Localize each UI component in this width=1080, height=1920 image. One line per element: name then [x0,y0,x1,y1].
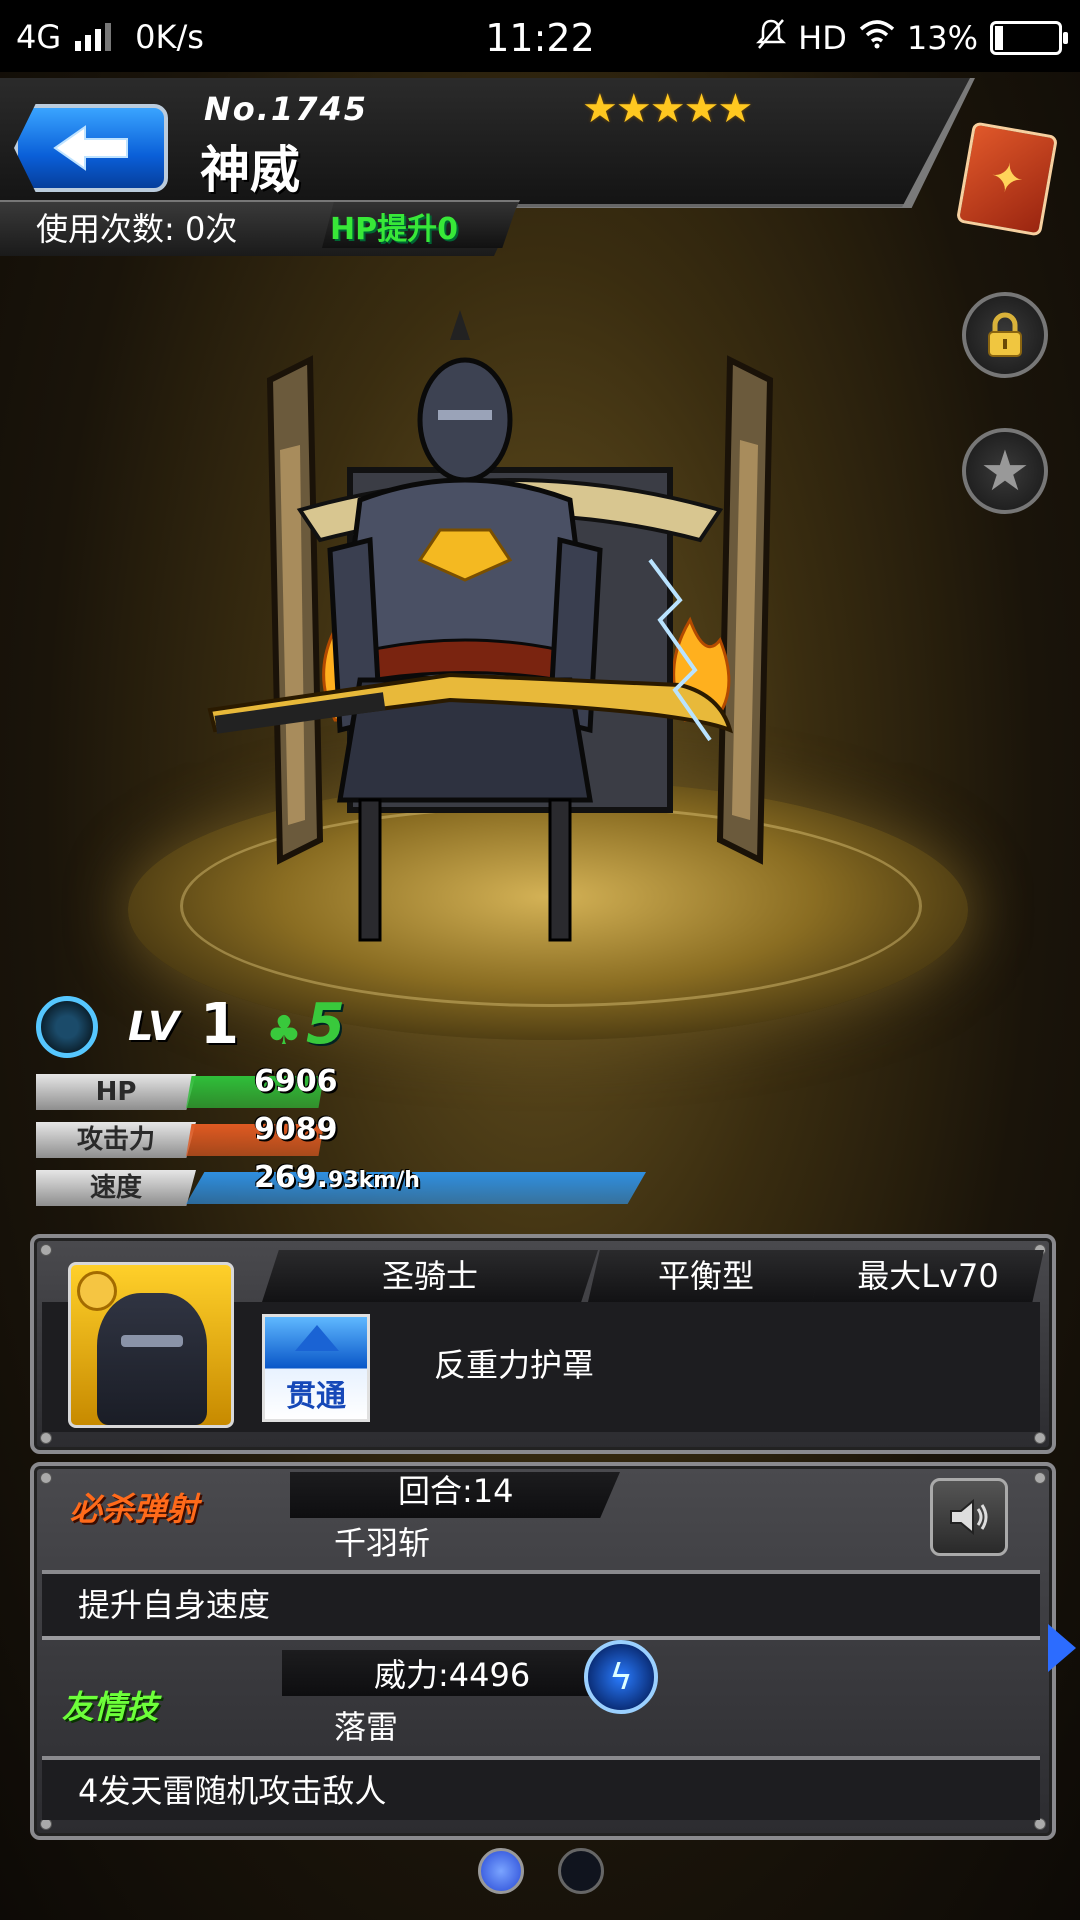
unit-name: 神威 [200,141,300,199]
type-tag: 平衡型 [588,1250,824,1302]
section-divider [42,1636,1040,1640]
usage-count: 使用次数: 0次 [36,210,238,248]
stat-speed-number: 269. [254,1160,329,1195]
portrait-coin-icon [77,1271,117,1311]
portrait-visor [121,1335,183,1347]
pierce-badge-label: 贯通 [286,1379,346,1414]
knight [327,310,603,803]
speaker-icon [950,1498,988,1536]
hp-bonus: HP提升0 [330,212,458,247]
strike-shot-turns: 回合:14 [398,1472,514,1510]
pillar-right [716,355,774,865]
pillar-left [266,355,324,865]
mute-icon [756,18,787,58]
lightning-icon: ϟ [584,1640,658,1714]
favorite-button[interactable]: ★ [962,428,1048,514]
next-page-arrow-icon[interactable] [1048,1624,1076,1672]
stat-speed-label: 速度 [36,1170,196,1206]
ability-name: 反重力护罩 [434,1346,595,1384]
clover-icon: ♣ [266,1008,302,1054]
back-button[interactable] [14,104,168,192]
lock-icon [988,312,1022,357]
pierce-arrow-icon [295,1325,339,1351]
rarity-stars: ★★★★★ [582,86,753,132]
element-icon [36,996,98,1058]
strike-shot-name: 千羽斩 [334,1524,431,1562]
back-arrow-icon [53,125,128,171]
wifi-icon [859,19,895,57]
voice-button[interactable] [930,1478,1008,1556]
battery-percent: 13% [906,19,978,57]
star-icon: ★ [979,438,1031,504]
battery-icon [990,21,1068,55]
strike-shot-title: 必杀弹射 [70,1490,199,1528]
unit-portrait[interactable] [68,1262,234,1428]
stat-attack-value: 9089 [254,1112,338,1147]
friendship-power: 威力:4496 [374,1656,531,1694]
hd-indicator: HD [798,19,847,57]
portrait-face [97,1293,207,1425]
luck-value: 5 [306,992,345,1057]
level-label: LV [128,1004,179,1050]
character-artwork [207,310,774,942]
stat-hp-value: 6906 [254,1064,338,1099]
status-right: HD 13% [756,18,1068,58]
class-tag: 圣骑士 [262,1250,598,1302]
max-level-tag: 最大Lv70 [812,1250,1044,1302]
friendship-name: 落雷 [334,1708,399,1746]
friendship-title: 友情技 [62,1688,159,1726]
status-bar: 4G 0K/s 11:22 HD 13% [0,0,1080,72]
book-icon[interactable]: ✦ [955,121,1059,237]
pierce-badge-icon: 贯通 [262,1314,370,1422]
stat-hp-label: HP [36,1074,196,1110]
stat-speed-unit: 93km/h [328,1168,420,1193]
stat-attack-label: 攻击力 [36,1122,196,1158]
lock-button[interactable] [962,292,1048,378]
friendship-description: 4发天雷随机攻击敌人 [78,1772,387,1810]
unit-number: No.1745 [204,90,368,128]
page-dot-1[interactable] [478,1848,524,1894]
stat-speed-value: 269.93km/h [254,1160,420,1195]
strike-shot-description: 提升自身速度 [78,1586,271,1624]
page-dot-2[interactable] [558,1848,604,1894]
level-value: 1 [200,992,239,1057]
